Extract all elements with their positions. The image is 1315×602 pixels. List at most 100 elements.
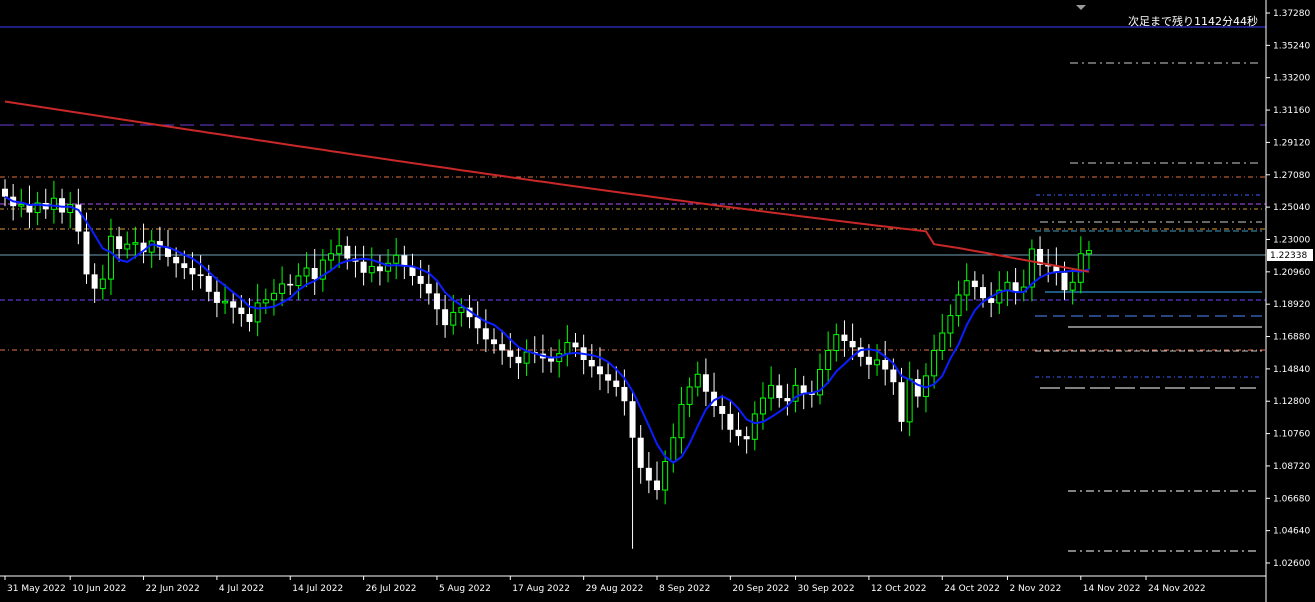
price-tick-label: 1.12800 xyxy=(1273,397,1310,407)
candle-body xyxy=(833,334,840,351)
candle-body xyxy=(59,198,66,213)
candle-body xyxy=(213,291,220,303)
candle-body xyxy=(132,242,139,245)
price-tick-label: 1.02600 xyxy=(1273,559,1310,569)
candle-body xyxy=(654,480,660,491)
candle-body xyxy=(947,315,954,334)
time-tick-label: 22 Jun 2022 xyxy=(146,584,200,594)
price-tick-label: 1.08720 xyxy=(1273,462,1310,472)
price-tick-label: 1.18920 xyxy=(1273,300,1310,310)
candle-body xyxy=(433,293,440,310)
current-price-label: 1.22338 xyxy=(1270,251,1307,261)
price-tick-label: 1.04640 xyxy=(1273,527,1310,537)
price-tick-label: 1.06680 xyxy=(1273,494,1310,504)
candle-body xyxy=(971,280,978,288)
time-tick-label: 30 Sep 2022 xyxy=(798,584,855,594)
candle-body xyxy=(931,349,938,377)
candle-body xyxy=(596,366,603,375)
candle-body xyxy=(417,275,424,284)
candle-body xyxy=(874,359,881,366)
candle-body xyxy=(980,287,986,299)
candle-body xyxy=(360,261,367,273)
candle-body xyxy=(702,374,709,392)
candle-body xyxy=(564,342,571,355)
candle-body xyxy=(491,339,497,345)
time-tick-label: 2 Nov 2022 xyxy=(1009,584,1061,594)
candle-body xyxy=(2,188,8,197)
time-tick-label: 20 Sep 2022 xyxy=(732,584,789,594)
candle-body xyxy=(344,245,351,259)
candle-body xyxy=(124,243,131,250)
candle-body xyxy=(768,384,775,399)
candle-body xyxy=(205,275,212,292)
price-tick-label: 1.25040 xyxy=(1273,203,1310,213)
candle-body xyxy=(279,283,286,294)
time-tick-label: 17 Aug 2022 xyxy=(512,584,570,594)
candle-body xyxy=(376,266,383,272)
candle-body xyxy=(849,340,856,348)
candle-body xyxy=(1004,281,1011,291)
time-tick-label: 29 Aug 2022 xyxy=(586,584,644,594)
candle-body xyxy=(99,278,106,290)
time-tick-label: 24 Nov 2022 xyxy=(1148,584,1206,594)
candle-body xyxy=(759,397,766,415)
price-tick-label: 1.23000 xyxy=(1273,235,1310,245)
candle-body xyxy=(800,385,807,394)
candle-body xyxy=(270,292,277,301)
candle-body xyxy=(515,356,522,364)
candle-body xyxy=(262,299,269,304)
candle-body xyxy=(336,245,343,255)
candle-body xyxy=(238,307,245,315)
candle-body xyxy=(1069,281,1076,291)
candle-body xyxy=(295,275,302,286)
candle-body xyxy=(963,280,970,296)
candle-body xyxy=(735,429,742,437)
candle-body xyxy=(523,351,530,364)
candle-body xyxy=(906,378,913,423)
candle-body xyxy=(287,283,294,286)
price-tick-label: 1.10760 xyxy=(1273,430,1310,440)
candle-body xyxy=(882,360,889,370)
price-tick-label: 1.37280 xyxy=(1273,9,1310,19)
price-tick-label: 1.27080 xyxy=(1273,171,1310,181)
candle-body xyxy=(613,380,620,387)
time-tick-label: 10 Jun 2022 xyxy=(72,584,126,594)
candle-body xyxy=(719,405,726,414)
candle-body xyxy=(784,398,791,402)
candle-body xyxy=(116,236,123,249)
candle-body xyxy=(621,386,628,402)
price-tick-label: 1.20960 xyxy=(1273,268,1310,278)
candle-body xyxy=(694,373,701,388)
candle-body xyxy=(222,300,229,304)
time-tick-label: 26 Jul 2022 xyxy=(366,584,417,594)
time-tick-label: 24 Oct 2022 xyxy=(944,584,1000,594)
candle-body xyxy=(1012,282,1019,292)
candle-body xyxy=(727,413,734,430)
price-chart: 1.37280 1.35240 1.33200 1.31160 1.29120 1.270… xyxy=(0,0,1315,602)
time-tick-label: 8 Sep 2022 xyxy=(659,584,710,594)
candle-body xyxy=(841,334,848,341)
candle-body xyxy=(83,231,90,275)
candle-body xyxy=(743,436,750,440)
candle-body xyxy=(605,374,612,381)
candle-body xyxy=(670,437,677,463)
candle-body xyxy=(107,235,114,280)
candle-body xyxy=(1077,253,1084,283)
candle-body xyxy=(629,401,636,438)
price-tick-label: 1.31160 xyxy=(1273,106,1310,116)
candle-body xyxy=(458,307,465,313)
candle-body xyxy=(898,382,905,422)
candle-body xyxy=(1085,250,1092,255)
candle-body xyxy=(311,268,318,280)
candle-body xyxy=(1061,272,1068,291)
candle-body xyxy=(181,263,188,269)
candle-body xyxy=(890,369,897,383)
time-tick-label: 4 Jul 2022 xyxy=(219,584,264,594)
candle-body xyxy=(865,356,872,365)
candle-body xyxy=(91,274,98,289)
time-tick-label: 5 Aug 2022 xyxy=(439,584,491,594)
price-tick-label: 1.33200 xyxy=(1273,74,1310,84)
bar-countdown-text: 次足まで残り1142分44秒 xyxy=(1128,14,1258,28)
candle-body xyxy=(548,358,555,362)
candle-body xyxy=(442,309,449,326)
